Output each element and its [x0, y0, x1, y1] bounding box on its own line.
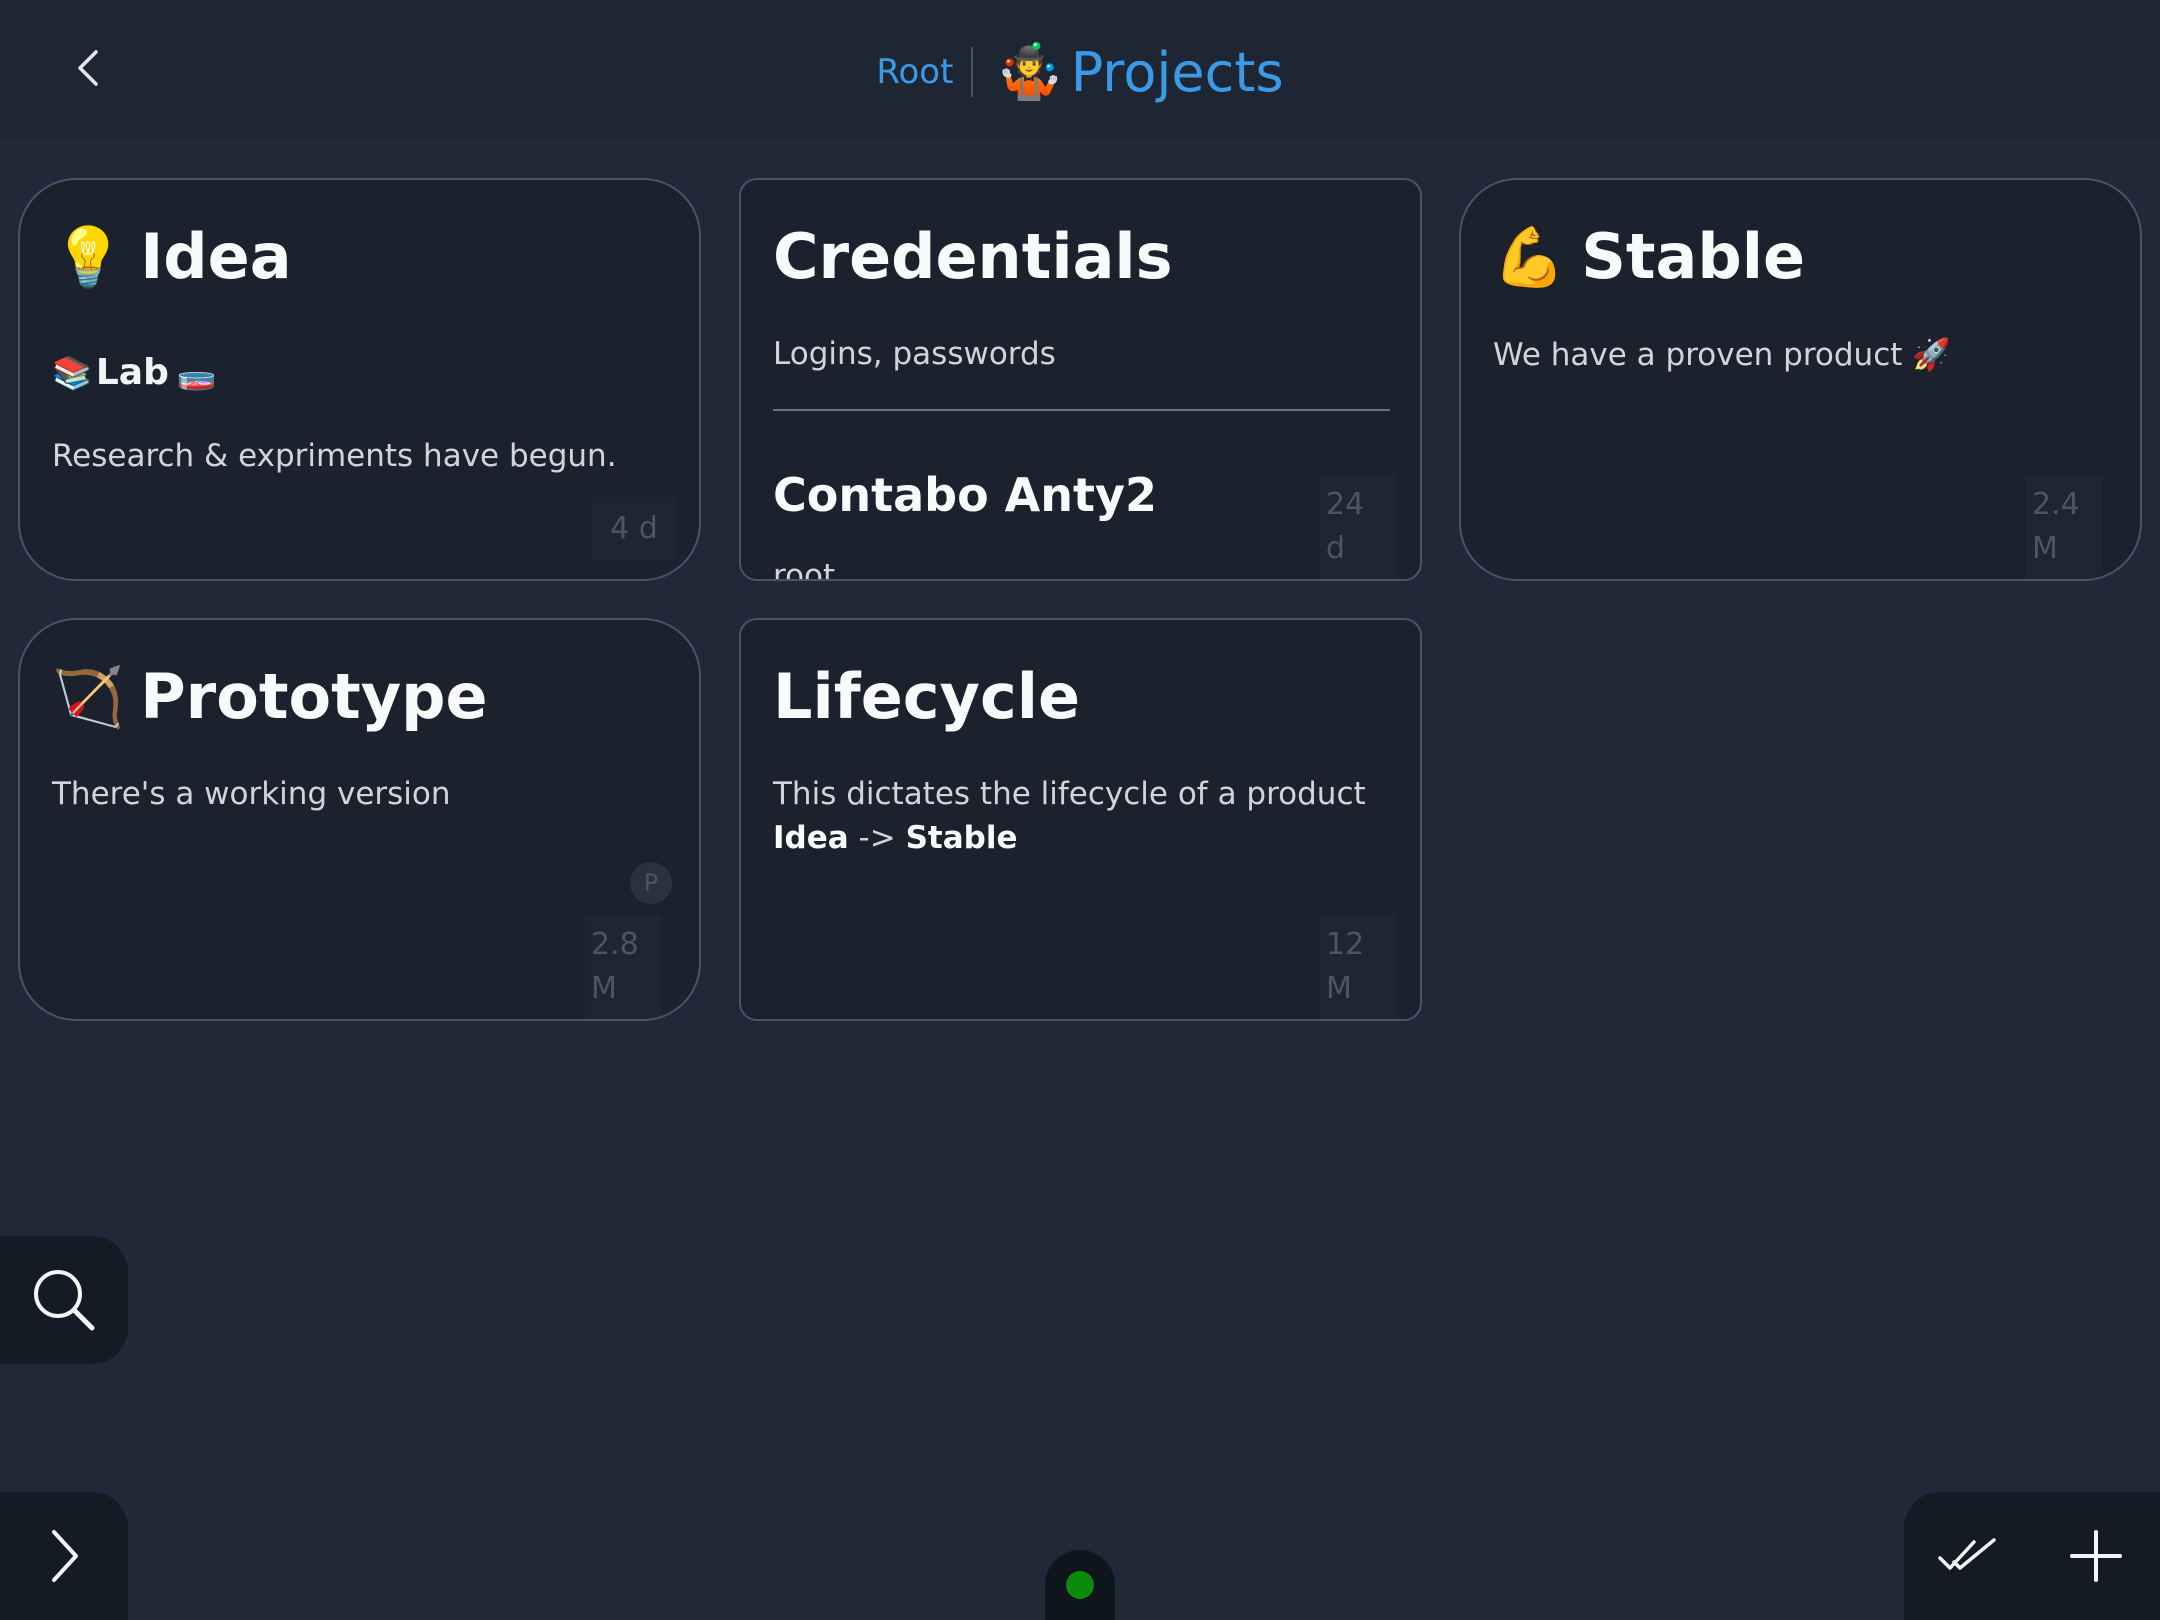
card-age: 24 d — [1320, 475, 1396, 579]
flexed-biceps-icon: 💪 — [1493, 222, 1566, 291]
nested-item-title: Contabo Anty2 — [773, 468, 1158, 522]
card-title-text: Lifecycle — [773, 660, 1081, 733]
card-subheading: 📚 Lab 🧫 — [52, 352, 217, 393]
card-title-text: Idea — [140, 220, 292, 293]
card-age: 12 M — [1320, 915, 1396, 1019]
search-icon — [34, 1270, 95, 1331]
card-description: There's a working version — [52, 776, 451, 812]
connection-status — [1045, 1550, 1115, 1620]
card-description: Logins, passwords — [773, 336, 1056, 372]
card-age: 2.8 M — [585, 915, 661, 1019]
card-credentials[interactable]: Credentials Logins, passwords Contabo An… — [739, 178, 1422, 581]
petri-dish-icon: 🧫 — [176, 353, 217, 392]
divider — [773, 409, 1390, 411]
page-title[interactable]: Projects — [1071, 41, 1284, 104]
breadcrumb-root[interactable]: Root — [876, 52, 953, 92]
card-age: 4 d — [591, 497, 677, 561]
card-title-text: Prototype — [140, 660, 488, 733]
mark-all-done-button[interactable] — [1918, 1506, 2018, 1606]
card-title-text: Stable — [1581, 220, 1806, 293]
nested-item-subtitle: root — [773, 558, 836, 581]
card-prototype[interactable]: 🏹 Prototype There's a working version P … — [18, 618, 701, 1021]
card-description: This dictates the lifecycle of a product — [773, 776, 1366, 812]
bow-and-arrow-icon: 🏹 — [52, 662, 125, 731]
flow-from: Idea — [773, 820, 849, 856]
avatar-badge: P — [630, 862, 672, 904]
lightbulb-icon: 💡 — [52, 222, 125, 291]
card-age: 2.4 M — [2026, 475, 2102, 579]
chevron-right-icon — [52, 1530, 78, 1582]
rocket-icon: 🚀 — [1912, 337, 1951, 373]
card-title: 💪 Stable — [1493, 220, 1805, 293]
card-description-text: We have a proven product — [1493, 337, 1903, 373]
card-title-text: Credentials — [773, 220, 1173, 293]
search-button[interactable] — [0, 1236, 128, 1364]
card-title: 💡 Idea — [52, 220, 292, 293]
card-subheading-text: Lab — [95, 352, 169, 393]
breadcrumb-separator — [971, 47, 974, 97]
card-lifecycle[interactable]: Lifecycle This dictates the lifecycle of… — [739, 618, 1422, 1021]
flow-to: Stable — [905, 820, 1018, 856]
plus-icon — [2070, 1530, 2122, 1582]
status-dot — [1066, 1571, 1094, 1599]
card-idea[interactable]: 💡 Idea 📚 Lab 🧫 Research & expriments hav… — [18, 178, 701, 581]
card-description: We have a proven product 🚀 — [1493, 336, 1951, 373]
card-title: Credentials — [773, 220, 1173, 293]
action-bar — [1904, 1492, 2160, 1620]
card-flow: Idea -> Stable — [773, 820, 1017, 856]
card-description: Research & expriments have begun. — [52, 438, 617, 474]
card-title: Lifecycle — [773, 660, 1080, 733]
juggler-icon: 🤹 — [995, 40, 1063, 103]
books-icon: 📚 — [52, 353, 92, 392]
flow-arrow: -> — [858, 820, 896, 856]
add-button[interactable] — [2046, 1506, 2146, 1606]
expand-sidebar-button[interactable] — [0, 1492, 128, 1620]
breadcrumb: Root 🤹 Projects — [0, 30, 2160, 114]
card-stable[interactable]: 💪 Stable We have a proven product 🚀 2.4 … — [1459, 178, 2142, 581]
card-title: 🏹 Prototype — [52, 660, 488, 733]
double-check-icon — [1938, 1538, 1996, 1570]
